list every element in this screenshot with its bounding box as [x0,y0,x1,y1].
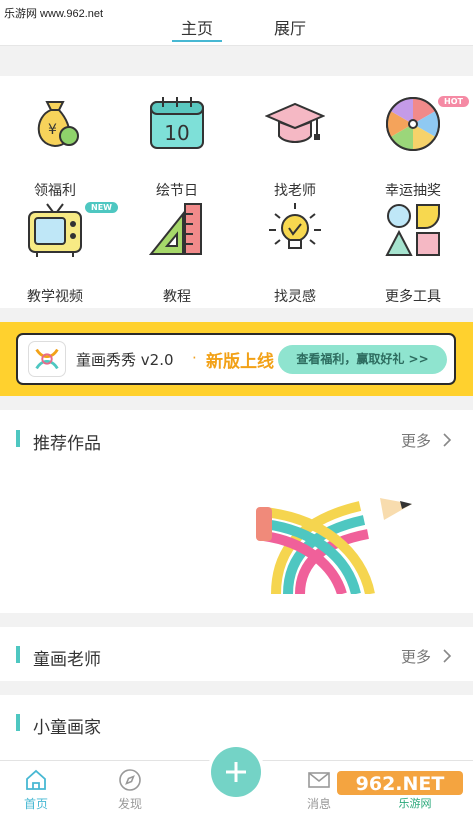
grid-item-video[interactable]: NEW 教学视频 [5,200,118,305]
promo-banner[interactable]: 童画秀秀 v2.0 · 新版上线 查看福利，赢取好礼 >> [0,322,473,396]
svg-text:乐游网: 乐游网 [399,797,432,809]
lucky-wheel-icon [386,97,440,151]
home-icon [26,769,46,790]
grid-label: 教学视频 [27,289,83,305]
grid-label: 找老师 [274,183,316,199]
hot-badge: HOT [438,96,469,107]
banner-app-name: 童画秀秀 v2.0 [76,351,174,369]
lightbulb-icon [269,203,321,249]
section-marker [16,430,20,447]
svg-text:962.NET: 962.NET [356,773,445,795]
grid-item-more-tools[interactable]: 更多工具 [363,200,463,305]
section-recommended: 推荐作品 更多 [0,410,473,613]
view-benefits-button[interactable]: 查看福利，赢取好礼 >> [278,345,447,374]
grid-item-benefits[interactable]: ¥ 领福利 [5,94,105,199]
svg-text:10: 10 [164,121,189,145]
tab-gallery[interactable]: 展厅 [274,15,306,39]
section-marker [16,714,20,731]
watermark-text: 乐游网 www.962.net [4,8,104,20]
grid-label: 更多工具 [385,289,441,305]
chevron-right-icon[interactable] [442,648,452,664]
section-title: 小童画家 [33,718,101,738]
grid-item-festival[interactable]: 10 绘节日 [127,94,227,199]
feature-grid: ¥ 领福利 10 绘节日 找老师 HOT 幸运抽奖 NEW 教学视频 教程 找灵… [0,76,473,308]
more-link[interactable]: 更多 [401,430,431,451]
section-title: 童画老师 [33,650,101,670]
compass-icon [119,769,141,791]
new-badge: NEW [85,202,118,213]
tabbar-label: 首页 [23,797,48,811]
grid-item-inspiration[interactable]: 找灵感 [245,200,345,305]
site-watermark-logo: 962.NET 乐游网 [337,771,463,809]
calendar-icon: 10 [150,97,204,149]
grid-item-tutorial[interactable]: 教程 [127,200,227,305]
promo-banner-card: 童画秀秀 v2.0 · 新版上线 查看福利，赢取好礼 >> [16,333,456,385]
grid-label: 绘节日 [156,183,198,199]
more-link[interactable]: 更多 [401,646,431,667]
grid-item-teacher[interactable]: 找老师 [245,94,345,199]
section-teachers: 童画老师 更多 [0,627,473,681]
grid-item-lucky-draw[interactable]: HOT 幸运抽奖 [363,94,469,199]
tabbar-item-home[interactable]: 首页 [6,768,66,812]
grid-label: 领福利 [34,183,76,199]
tabbar-item-discover[interactable]: 发现 [100,768,160,812]
tabbar-label: 发现 [117,797,142,811]
tab-home[interactable]: 主页 [181,15,213,39]
grid-label: 教程 [163,289,191,305]
plus-icon [226,762,246,782]
app-logo-icon [28,341,66,377]
tv-icon [28,203,82,257]
section-marker [16,646,20,663]
grid-label: 幸运抽奖 [385,183,441,199]
banner-headline: 新版上线 [206,352,274,372]
section-title: 推荐作品 [33,434,101,454]
chevron-right-icon[interactable] [442,432,452,448]
money-bag-icon: ¥ [37,101,79,148]
app-screen: 乐游网 www.962.net 主页 展厅 ¥ 领福利 10 绘节日 找老师 H… [0,0,473,815]
shapes-icon [385,204,440,256]
rainbow-pencil-illustration [256,498,412,594]
active-tab-indicator [172,40,222,42]
top-nav: 乐游网 www.962.net 主页 展厅 [0,0,473,46]
svg-text:¥: ¥ [48,122,57,138]
graduation-cap-icon [265,102,325,143]
ruler-icon [148,203,202,255]
create-button[interactable] [211,747,261,797]
mail-icon [308,772,330,788]
banner-separator: · [192,349,197,367]
grid-label: 找灵感 [274,289,316,305]
